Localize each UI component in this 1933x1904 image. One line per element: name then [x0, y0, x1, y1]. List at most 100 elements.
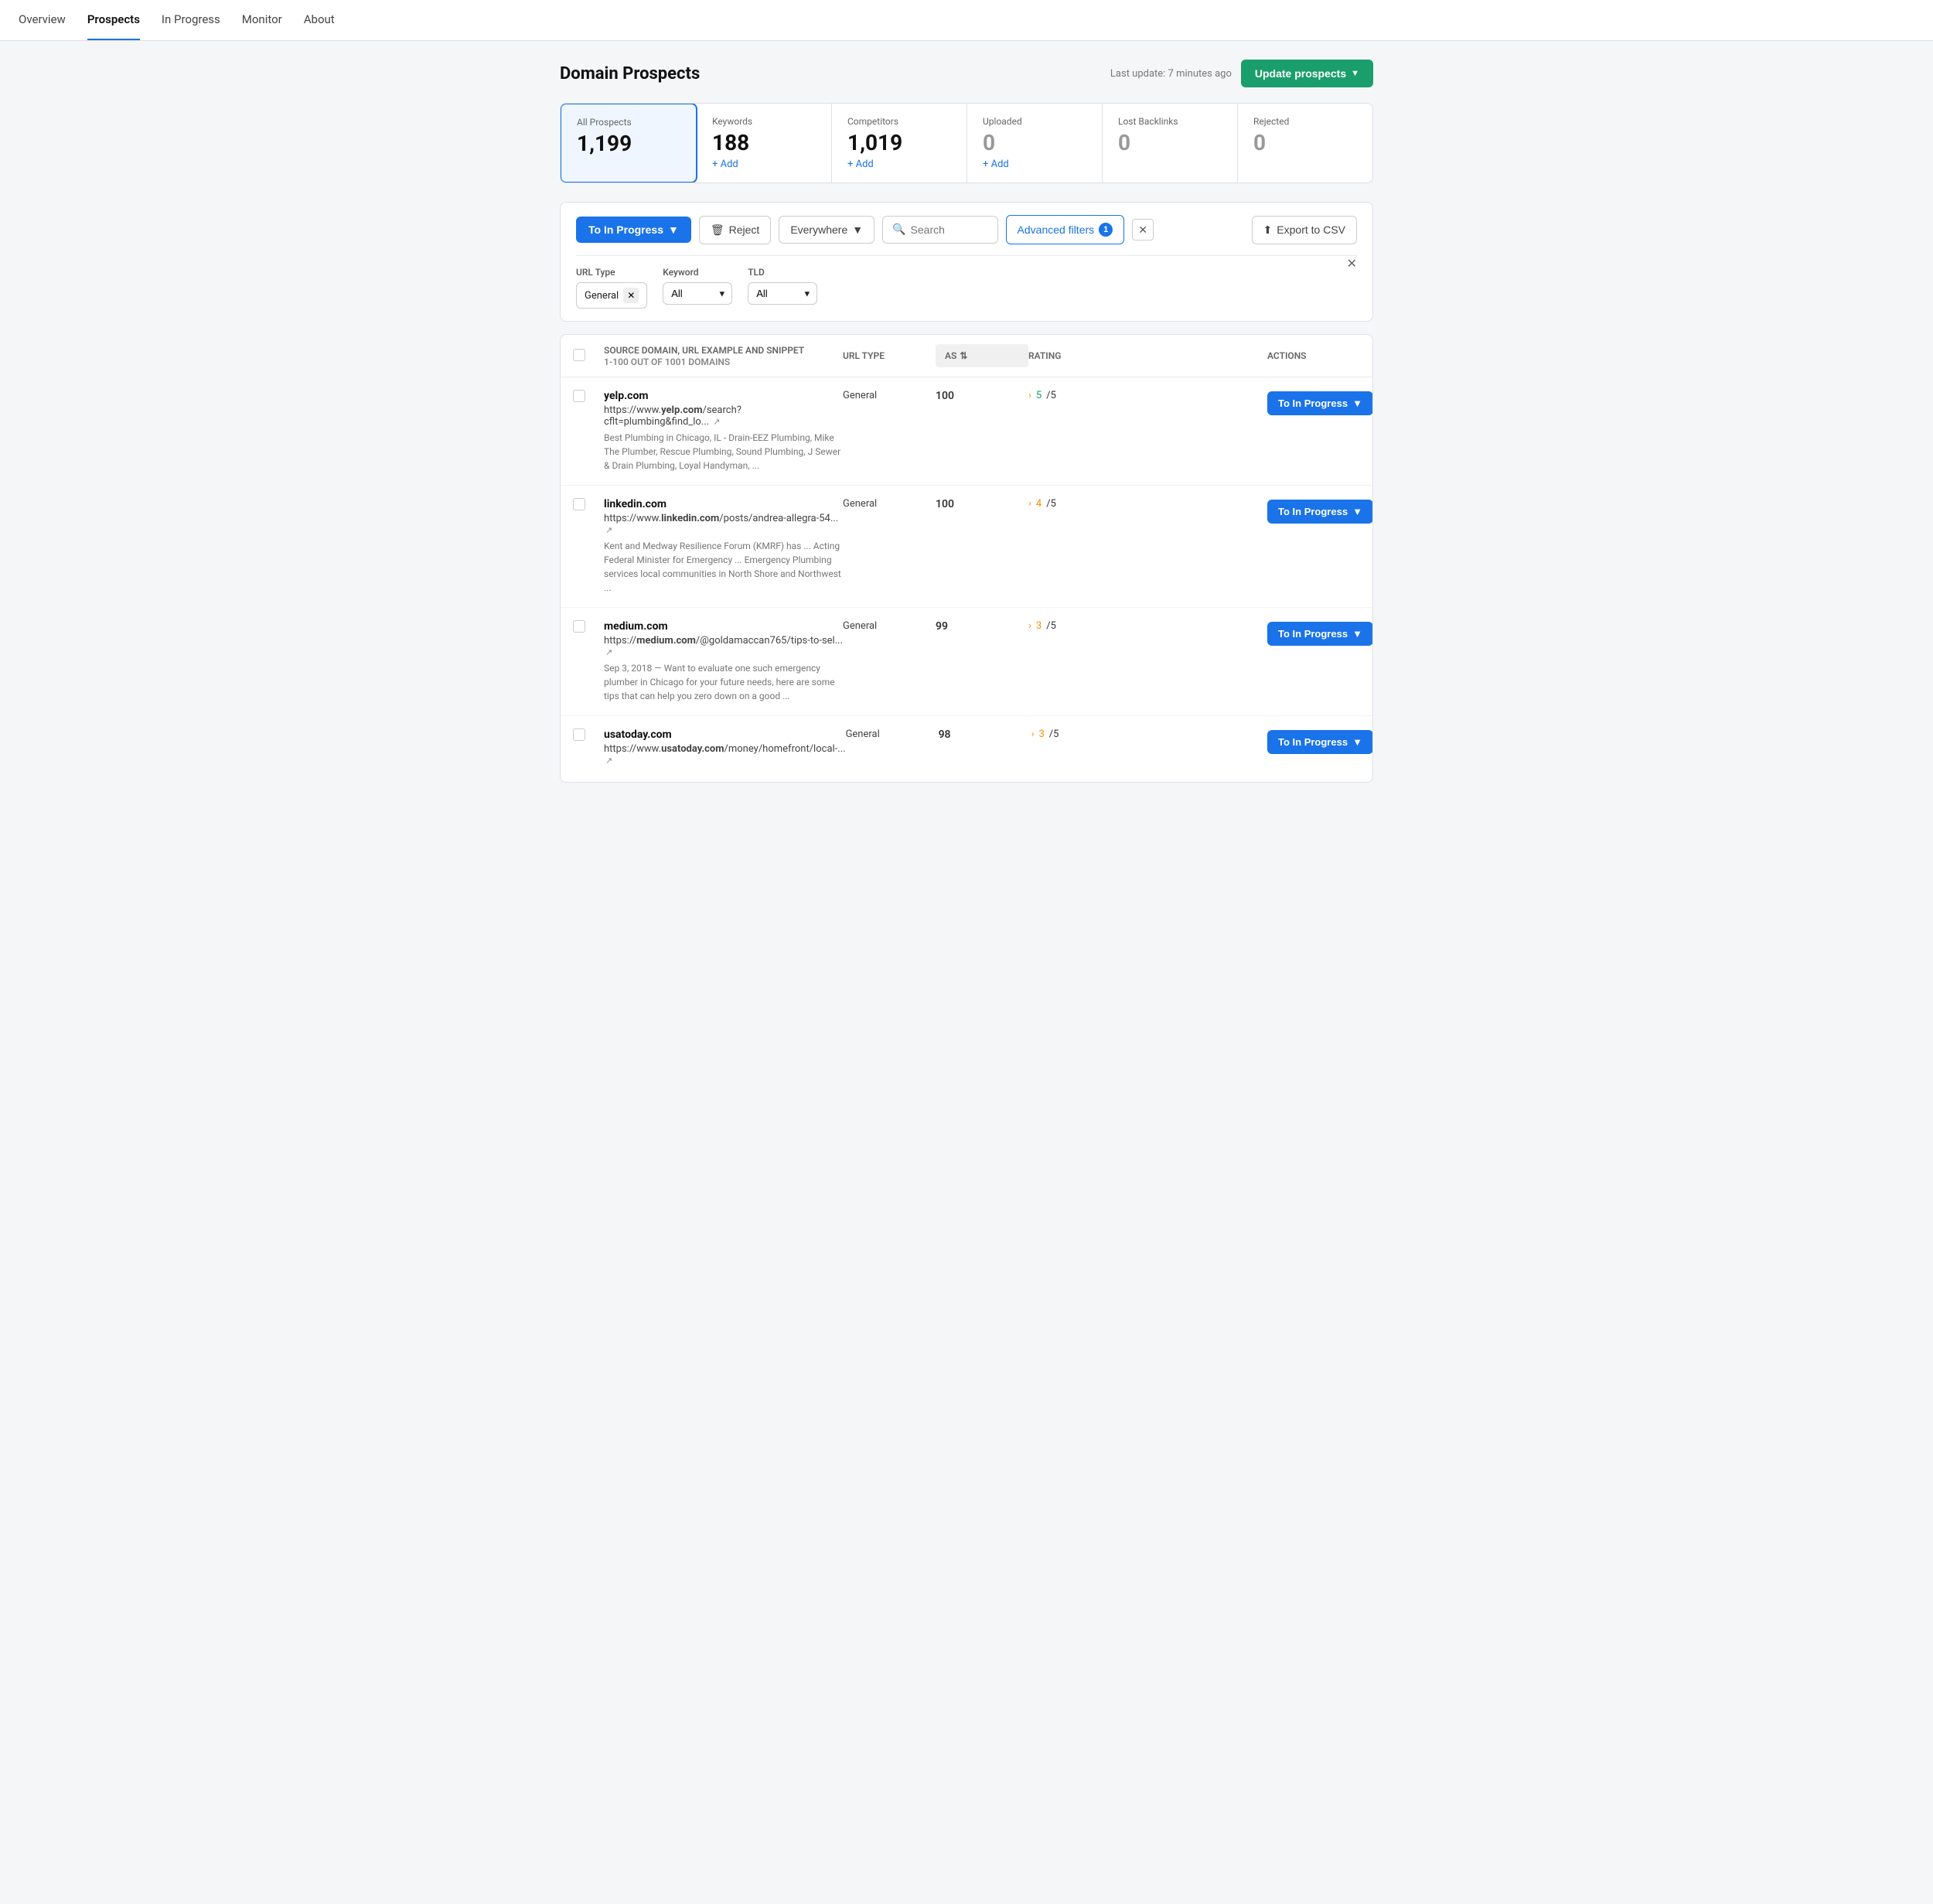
stat-competitors-add[interactable]: + Add	[847, 159, 951, 170]
chevron-right-icon: ›	[1028, 498, 1031, 510]
chevron-down-icon: ▼	[1351, 69, 1359, 78]
advanced-filters-button[interactable]: Advanced filters 1	[1006, 215, 1125, 244]
url-type: General	[843, 498, 936, 510]
stat-all-value: 1,199	[577, 131, 680, 156]
remove-url-type-button[interactable]: ✕	[623, 288, 639, 303]
rating-denominator: /5	[1049, 729, 1059, 740]
stat-all-prospects[interactable]: All Prospects 1,199	[560, 103, 697, 183]
domain-name: medium.com	[604, 620, 843, 633]
to-in-progress-row-button[interactable]: To In Progress ▼	[1267, 730, 1373, 754]
keyword-select[interactable]: All	[663, 282, 732, 305]
external-link-icon[interactable]: ↗	[605, 525, 612, 535]
url-type: General	[846, 729, 939, 740]
url-type-value: General	[585, 290, 619, 302]
last-update: Last update: 7 minutes ago	[1110, 68, 1232, 80]
nav-item-inprogress[interactable]: In Progress	[162, 0, 220, 40]
nav-item-about[interactable]: About	[304, 0, 335, 40]
nav-item-monitor[interactable]: Monitor	[242, 0, 282, 40]
select-all-checkbox[interactable]	[573, 349, 604, 363]
filter-section: To In Progress ▼ 🗑 Reject Everywhere ▼ 🔍…	[560, 202, 1373, 322]
tld-select[interactable]: All	[748, 282, 817, 305]
to-progress-label: To In Progress	[1278, 628, 1348, 640]
advanced-filters-badge: 1	[1099, 223, 1113, 237]
stat-uploaded-label: Uploaded	[983, 116, 1086, 127]
reject-button[interactable]: 🗑 Reject	[699, 216, 771, 244]
export-csv-button[interactable]: ⬆ Export to CSV	[1252, 216, 1357, 244]
as-value: 100	[936, 390, 1028, 402]
to-progress-label: To In Progress	[1278, 398, 1348, 409]
header-right: Last update: 7 minutes ago Update prospe…	[1110, 60, 1373, 87]
everywhere-dropdown[interactable]: Everywhere ▼	[779, 216, 874, 244]
close-adv-panel-button[interactable]: ✕	[1347, 256, 1357, 271]
nav-item-overview[interactable]: Overview	[19, 0, 66, 40]
page-header: Domain Prospects Last update: 7 minutes …	[560, 60, 1373, 87]
search-input[interactable]	[911, 223, 988, 236]
table-row: usatoday.com https://www.usatoday.com/mo…	[561, 716, 1372, 782]
stat-rejected[interactable]: Rejected 0	[1238, 104, 1372, 183]
domain-url: https://www.linkedin.com/posts/andrea-al…	[604, 513, 843, 536]
chevron-down-icon: ▼	[668, 223, 679, 236]
export-label: Export to CSV	[1277, 223, 1345, 236]
stat-uploaded[interactable]: Uploaded 0 + Add	[967, 104, 1103, 183]
filter-row: To In Progress ▼ 🗑 Reject Everywhere ▼ 🔍…	[576, 215, 1357, 244]
to-progress-label: To In Progress	[1278, 736, 1348, 748]
as-value: 98	[939, 729, 1031, 741]
external-link-icon[interactable]: ↗	[713, 417, 720, 427]
close-advanced-button[interactable]: ✕	[1132, 219, 1154, 241]
nav-item-prospects[interactable]: Prospects	[87, 0, 140, 40]
keyword-label: Keyword	[663, 267, 732, 278]
page-title: Domain Prospects	[560, 64, 700, 84]
stat-keywords-label: Keywords	[712, 116, 816, 127]
url-type-label: URL Type	[576, 267, 647, 278]
col-as[interactable]: AS ⇅	[936, 344, 1028, 367]
row-domain-info: usatoday.com https://www.usatoday.com/mo…	[604, 729, 846, 769]
stat-competitors-value: 1,019	[847, 130, 951, 155]
rating: › 3/5	[1031, 729, 1267, 740]
page-content: Domain Prospects Last update: 7 minutes …	[541, 41, 1392, 801]
actions-cell: To In Progress ▼ 🗑	[1267, 729, 1360, 756]
stat-uploaded-add[interactable]: + Add	[983, 159, 1086, 170]
external-link-icon[interactable]: ↗	[605, 647, 612, 657]
stat-competitors-label: Competitors	[847, 116, 951, 127]
row-domain-info: linkedin.com https://www.linkedin.com/po…	[604, 498, 843, 595]
tld-label: TLD	[748, 267, 817, 278]
rating-numerator: 5	[1036, 390, 1042, 401]
stat-rejected-label: Rejected	[1253, 116, 1357, 127]
stat-lost-backlinks[interactable]: Lost Backlinks 0	[1103, 104, 1238, 183]
stat-all-label: All Prospects	[577, 117, 680, 128]
row-checkbox[interactable]	[573, 498, 604, 514]
to-in-progress-button[interactable]: To In Progress ▼	[576, 217, 691, 243]
col-url-type: URL Type	[843, 350, 936, 361]
external-link-icon[interactable]: ↗	[605, 756, 612, 766]
row-checkbox[interactable]	[573, 620, 604, 636]
update-prospects-button[interactable]: Update prospects ▼	[1241, 60, 1373, 87]
stat-uploaded-value: 0	[983, 130, 1086, 155]
search-box: 🔍	[882, 216, 997, 244]
stat-keywords-add[interactable]: + Add	[712, 159, 816, 170]
trash-icon: 🗑	[711, 223, 724, 237]
url-type-filter-group: URL Type General ✕	[576, 267, 647, 309]
as-value: 99	[936, 620, 1028, 633]
chevron-right-icon: ›	[1031, 729, 1035, 740]
to-in-progress-row-button[interactable]: To In Progress ▼	[1267, 500, 1373, 524]
rating: › 4/5	[1028, 498, 1267, 510]
domain-snippet: Sep 3, 2018 — Want to evaluate one such …	[604, 661, 843, 703]
stat-keywords[interactable]: Keywords 188 + Add	[697, 104, 832, 183]
row-domain-info: medium.com https://medium.com/@goldamacc…	[604, 620, 843, 703]
stats-row: All Prospects 1,199 Keywords 188 + Add C…	[560, 103, 1373, 183]
row-checkbox[interactable]	[573, 729, 604, 744]
domain-name: yelp.com	[604, 390, 843, 402]
row-checkbox[interactable]	[573, 390, 604, 405]
chevron-down-icon: ▼	[1352, 398, 1362, 409]
update-btn-label: Update prospects	[1255, 67, 1346, 80]
prospects-table: Source Domain, URL Example and Snippet 1…	[560, 334, 1373, 783]
col-source-domain: Source Domain, URL Example and Snippet	[604, 345, 843, 356]
to-in-progress-row-button[interactable]: To In Progress ▼	[1267, 391, 1373, 415]
upload-icon: ⬆	[1263, 223, 1273, 237]
row-domain-info: yelp.com https://www.yelp.com/search?cfl…	[604, 390, 843, 473]
stat-competitors[interactable]: Competitors 1,019 + Add	[832, 104, 967, 183]
chevron-down-icon: ▼	[1352, 736, 1362, 748]
to-in-progress-row-button[interactable]: To In Progress ▼	[1267, 622, 1373, 646]
advanced-filter-panel: ✕ URL Type General ✕ Keyword All ▼ TLD	[576, 255, 1357, 309]
stat-rejected-value: 0	[1253, 130, 1357, 155]
